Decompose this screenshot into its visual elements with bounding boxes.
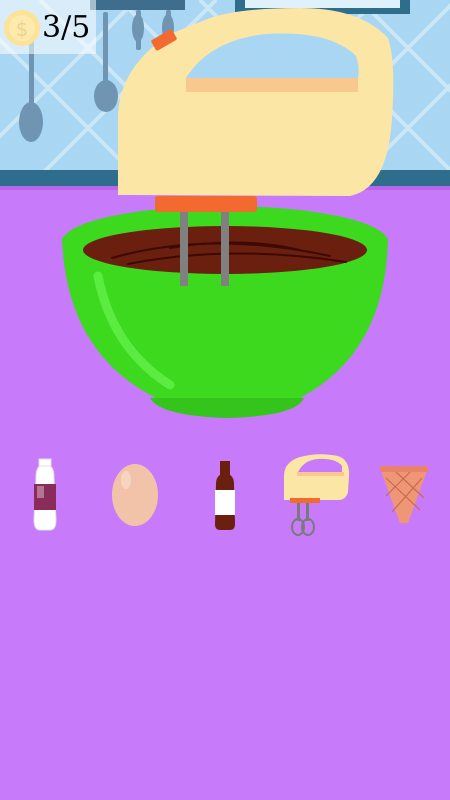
score-counter: 3/5: [42, 10, 91, 45]
egg-icon[interactable]: [112, 464, 158, 526]
kitchen-scene: $: [0, 0, 450, 800]
milk-bottle-icon[interactable]: [33, 458, 57, 531]
score-panel: 3/5: [0, 0, 96, 54]
